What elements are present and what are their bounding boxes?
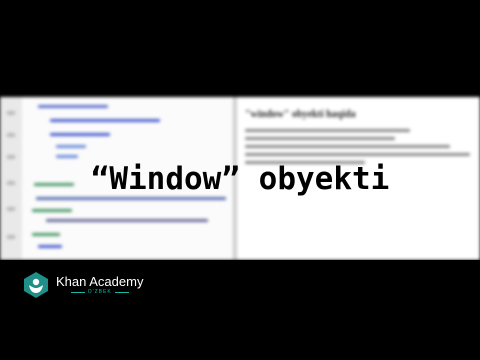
video-title-overlay: “Window” obyekti bbox=[90, 161, 390, 197]
logo-text: Khan Academy O'ZBEK bbox=[56, 275, 143, 295]
preview-heading: "window" obyekti haqida bbox=[245, 109, 356, 120]
blurred-toolbar-band bbox=[0, 45, 480, 97]
code-line bbox=[46, 219, 208, 222]
code-line bbox=[38, 105, 108, 108]
gutter-mark bbox=[7, 235, 15, 239]
brand-name: Khan Academy bbox=[56, 274, 144, 289]
video-frame: "window" obyekti haqida “Window” obyekti… bbox=[0, 45, 480, 315]
khan-academy-logo: Khan Academy O'ZBEK bbox=[22, 270, 143, 300]
gutter-mark bbox=[7, 133, 15, 137]
brand-sub-rule bbox=[70, 292, 85, 293]
brand-sub-label: O'ZBEK bbox=[87, 289, 112, 295]
gutter-mark bbox=[7, 111, 15, 115]
brand-sub-rule bbox=[114, 292, 129, 293]
code-line bbox=[50, 133, 110, 136]
code-line bbox=[38, 245, 62, 248]
code-line bbox=[36, 197, 226, 200]
code-line bbox=[32, 209, 72, 212]
letterbox-bottom bbox=[0, 315, 480, 360]
preview-text-line bbox=[245, 129, 410, 132]
letterbox-top bbox=[0, 0, 480, 45]
video-player-frame: "window" obyekti haqida “Window” obyekti… bbox=[0, 0, 480, 360]
khan-academy-leaf-hexagon-icon bbox=[22, 271, 50, 299]
brand-sub-row: O'ZBEK bbox=[70, 289, 129, 295]
code-line bbox=[32, 233, 60, 236]
code-line bbox=[56, 145, 86, 148]
code-line bbox=[56, 155, 78, 158]
gutter-mark bbox=[7, 207, 15, 211]
gutter-mark bbox=[7, 155, 15, 159]
code-line bbox=[50, 119, 160, 122]
preview-text-line bbox=[245, 145, 450, 148]
preview-text-line bbox=[245, 153, 470, 156]
preview-text-line bbox=[245, 137, 395, 140]
